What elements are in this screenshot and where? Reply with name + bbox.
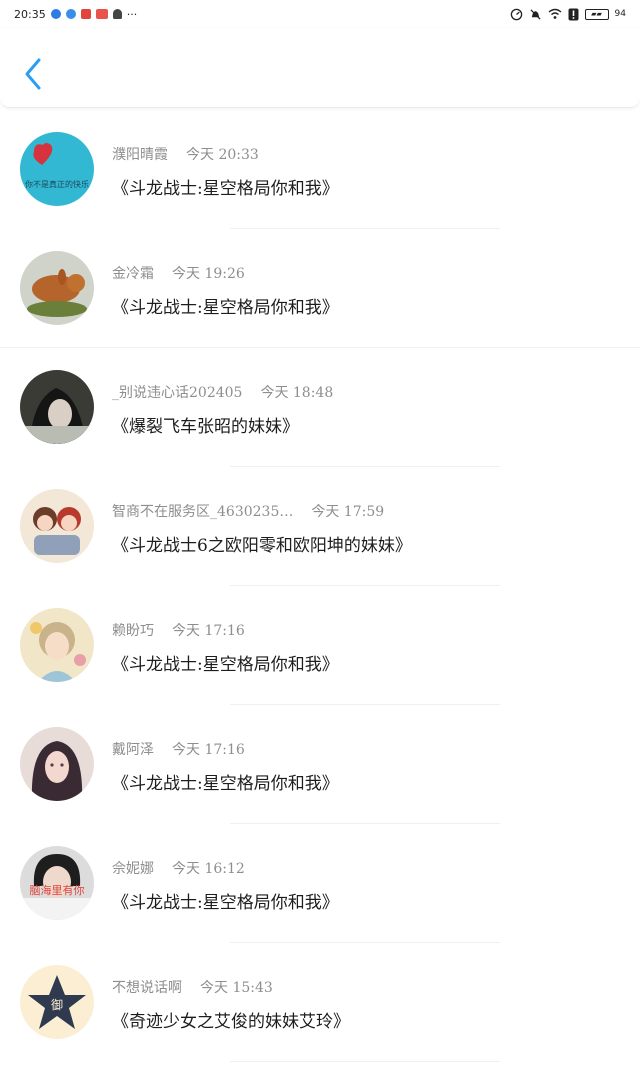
battery-icon: ▰▰ [584,8,609,20]
avatar[interactable] [20,727,94,801]
chevron-left-icon [25,58,41,90]
sender-name: 不想说话啊 [112,980,182,996]
avatar[interactable]: 你不是真正的快乐 [20,132,94,206]
timestamp: 今天 16:12 [172,861,245,877]
timestamp: 今天 17:16 [172,742,245,758]
sender-name: 赖盼巧 [112,623,154,639]
heart-app-icon [80,9,91,19]
sender-name: _别说违心话202405 [112,385,243,401]
sender-name: 濮阳晴霞 [112,147,168,163]
list-item[interactable]: 戴阿泽 今天 17:16 《斗龙战士:星空格局你和我》 [0,705,640,824]
timestamp: 今天 19:26 [172,266,245,282]
divider [230,1061,500,1062]
avatar[interactable] [20,370,94,444]
shield-icon [50,9,61,19]
timestamp: 今天 17:59 [311,504,385,520]
sender-name: 智商不在服务区_4630235… [112,504,294,520]
header-bar [0,28,640,108]
sender-name: 佘妮娜 [112,861,154,877]
sender-name: 戴阿泽 [112,742,154,758]
list-item[interactable]: 脑海里有你 佘妮娜 今天 16:12 《斗龙战士:星空格局你和我》 [0,824,640,943]
message-text: 《斗龙战士:星空格局你和我》 [112,179,339,199]
message-text: 《斗龙战士:星空格局你和我》 [112,655,339,675]
avatar[interactable] [20,608,94,682]
svg-text:御: 御 [51,997,63,1012]
list-item[interactable]: 智商不在服务区_4630235… 今天 17:59 《斗龙战士6之欧阳零和欧阳坤的… [0,467,640,586]
message-text: 《奇迹少女之艾俊的妹妹艾玲》 [112,1012,350,1032]
list-item[interactable]: 赖盼巧 今天 17:16 《斗龙战士:星空格局你和我》 [0,586,640,705]
message-text: 《爆裂飞车张昭的妹妹》 [112,417,299,437]
message-text: 《斗龙战士:星空格局你和我》 [112,893,339,913]
app-badge-icon [95,9,108,19]
qq-icon [112,9,122,19]
list-item[interactable]: 金冷霜 今天 19:26 《斗龙战士:星空格局你和我》 [0,229,640,348]
avatar[interactable] [20,489,94,563]
message-list: 你不是真正的快乐 濮阳晴霞 今天 20:33 《斗龙战士:星空格局你和我》 金冷霜… [0,110,640,1062]
svg-text:你不是真正的快乐: 你不是真正的快乐 [25,179,89,189]
mute-icon [529,8,541,20]
sender-name: 金冷霜 [112,266,154,282]
status-time: 20:35 [14,7,46,21]
timestamp: 今天 17:16 [172,623,245,639]
avatar[interactable]: 脑海里有你 [20,846,94,920]
list-item[interactable]: 你不是真正的快乐 濮阳晴霞 今天 20:33 《斗龙战士:星空格局你和我》 [0,110,640,229]
svg-text:脑海里有你: 脑海里有你 [30,883,85,897]
timestamp: 今天 15:43 [200,980,273,996]
speed-icon [510,8,522,20]
avatar[interactable]: 御 [20,965,94,1039]
message-text: 《斗龙战士6之欧阳零和欧阳坤的妹妹》 [112,536,412,556]
wifi-icon [548,8,561,19]
avatar[interactable] [20,251,94,325]
app-icon [65,9,76,19]
status-bar: 20:35 ··· ▰▰ 94 [0,0,640,28]
timestamp: 今天 20:33 [186,147,259,163]
alert-icon [568,8,579,20]
message-text: 《斗龙战士:星空格局你和我》 [112,774,339,794]
battery-level: 94 [614,9,626,19]
list-item[interactable]: 御 不想说话啊 今天 15:43 《奇迹少女之艾俊的妹妹艾玲》 [0,943,640,1062]
back-button[interactable] [18,54,48,94]
message-text: 《斗龙战士:星空格局你和我》 [112,298,339,318]
timestamp: 今天 18:48 [260,385,334,401]
more-notifications-icon: ··· [126,7,138,21]
list-item[interactable]: _别说违心话202405 今天 18:48 《爆裂飞车张昭的妹妹》 [0,348,640,467]
